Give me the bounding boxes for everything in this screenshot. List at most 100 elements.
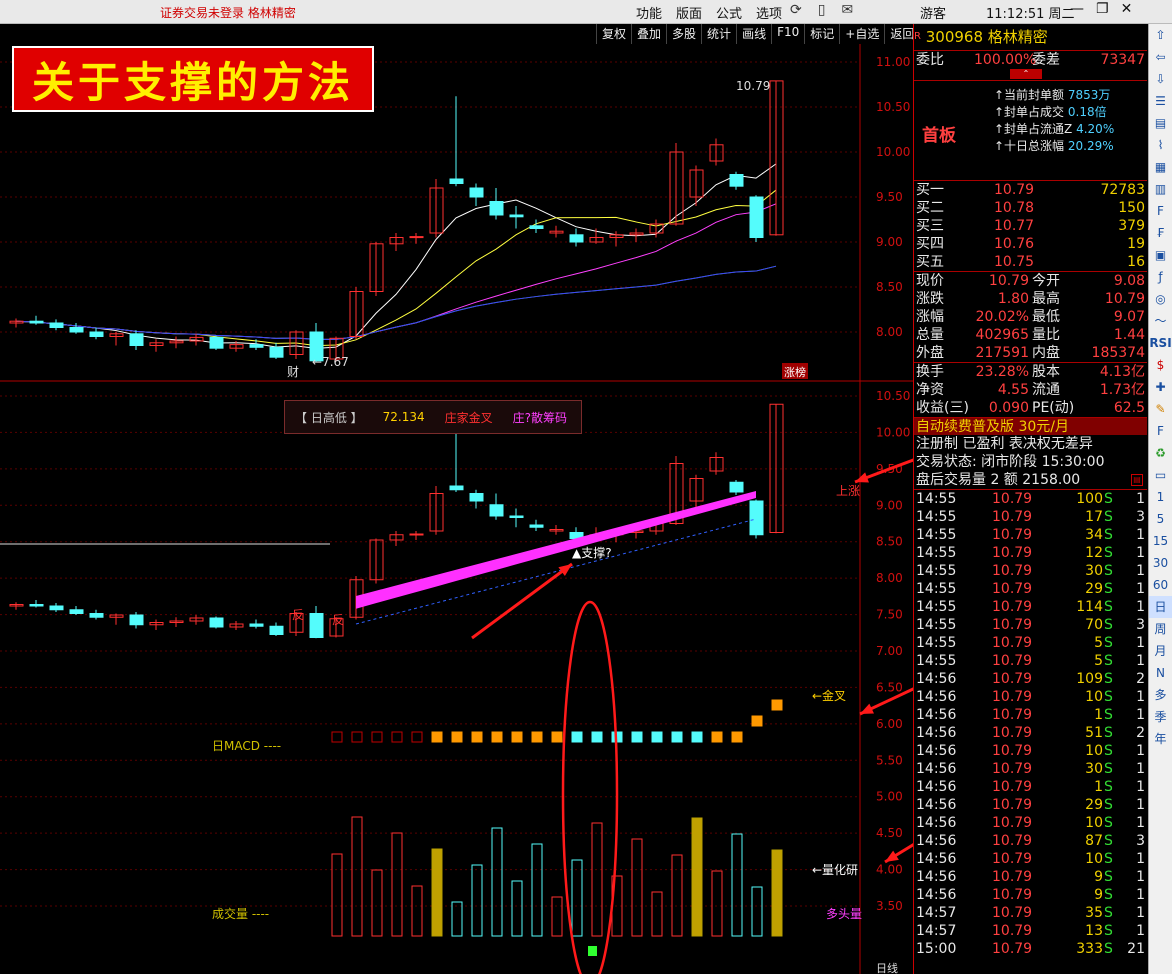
toolbar-biaoji[interactable]: 标记 (804, 24, 839, 44)
menu-function[interactable]: 功能 (636, 3, 662, 22)
period-周[interactable]: 周 (1149, 618, 1172, 640)
expand-icon[interactable]: ▤ (1131, 474, 1143, 486)
candle-secondary-body (49, 605, 64, 611)
bid-row[interactable]: 买一 10.79 72783 (914, 181, 1147, 199)
tick-count: 1 (1136, 545, 1145, 561)
restore-icon[interactable]: ❐ (1096, 1, 1109, 17)
stat-row: 净资 4.55 流通 1.73亿 (914, 381, 1147, 399)
stat-label: 换手 (916, 364, 944, 380)
period-60[interactable]: 60 (1149, 574, 1172, 596)
toolbar-tongji[interactable]: 统计 (701, 24, 736, 44)
period-1[interactable]: 1 (1149, 486, 1172, 508)
tick-count: 2 (1136, 671, 1145, 687)
toolbar-f10[interactable]: F10 (771, 24, 804, 44)
minimize-icon[interactable]: — (1070, 1, 1084, 17)
cross-icon[interactable]: ✚ (1149, 376, 1172, 398)
tick-count: 1 (1136, 707, 1145, 723)
down-arrow-icon[interactable]: ⇩ (1149, 68, 1172, 90)
f10-icon[interactable]: F (1149, 200, 1172, 222)
tick-list[interactable]: 14:55 10.79 100 S 1 14:55 10.79 17 S 3 14:55 10.79 3… (914, 489, 1147, 958)
period-季[interactable]: 季 (1149, 706, 1172, 728)
toolbar-huaxian[interactable]: 画线 (736, 24, 771, 44)
list-icon[interactable]: ☰ (1149, 90, 1172, 112)
tick-side: S (1104, 599, 1113, 615)
menu-formula[interactable]: 公式 (716, 3, 742, 22)
period-多[interactable]: 多 (1149, 684, 1172, 706)
period-月[interactable]: 月 (1149, 640, 1172, 662)
tick-volume: 29 (1085, 581, 1103, 597)
pencil-icon[interactable]: ✎ (1149, 398, 1172, 420)
collapse-icon[interactable]: ⌃ (1010, 69, 1042, 79)
refresh-icon[interactable]: ⟳ (790, 2, 802, 18)
tick-price: 10.79 (992, 545, 1033, 561)
toolbar-zixuan[interactable]: +自选 (839, 24, 884, 44)
toolbar-diejia[interactable]: 叠加 (631, 24, 666, 44)
bid-row[interactable]: 买五 10.75 16 (914, 253, 1147, 271)
finance-icon[interactable]: ₣ (1149, 222, 1172, 244)
stat-value: 1.44 (1113, 327, 1145, 343)
tick-time: 14:57 (916, 905, 957, 921)
promo-text[interactable]: 自动续费普及版 30元/月 (914, 419, 1069, 435)
promo-row[interactable]: 自动续费普及版 30元/月 (914, 417, 1147, 435)
period-N[interactable]: N (1149, 662, 1172, 684)
indicator-icon[interactable]: 〜 (1149, 310, 1172, 332)
toolbar-duogu[interactable]: 多股 (666, 24, 701, 44)
bid-row[interactable]: 买四 10.76 19 (914, 235, 1147, 253)
bid-row[interactable]: 买三 10.77 379 (914, 217, 1147, 235)
candle-secondary-body (129, 614, 144, 626)
mail-icon[interactable]: ✉ (841, 2, 853, 18)
back-icon[interactable]: ⇦ (1149, 46, 1172, 68)
period-年[interactable]: 年 (1149, 728, 1172, 750)
tick-row: 14:56 10.79 87 S 3 (914, 832, 1147, 850)
search-icon[interactable]: ◎ (1149, 288, 1172, 310)
after-text: 盘后交易量 2 额 2158.00 (916, 472, 1081, 488)
period-30[interactable]: 30 (1149, 552, 1172, 574)
guest-user[interactable]: 游客 (920, 3, 946, 22)
fs-icon[interactable]: F (1149, 420, 1172, 442)
duotou-label: 多头量 (826, 907, 862, 921)
candle-secondary-body (729, 481, 744, 493)
tick-count: 2 (1136, 725, 1145, 741)
toolbar-fuquan[interactable]: 复权 (596, 24, 631, 44)
chart-icon[interactable]: ⌇ (1149, 134, 1172, 156)
tick-time: 14:56 (916, 815, 957, 831)
macd-label: 日MACD ---- (212, 739, 281, 753)
money-icon[interactable]: $ (1149, 354, 1172, 376)
tick-price: 10.79 (992, 707, 1033, 723)
period-15[interactable]: 15 (1149, 530, 1172, 552)
period-日[interactable]: 日 (1149, 596, 1172, 618)
fan-label-2: 反 (332, 613, 344, 627)
stat-label: 流通 (1032, 382, 1060, 398)
doc-icon[interactable]: ▤ (1149, 112, 1172, 134)
bid-row[interactable]: 买二 10.78 150 (914, 199, 1147, 217)
fengdan-value: 7853万 (1067, 88, 1111, 102)
board-icon[interactable]: ▣ (1149, 244, 1172, 266)
candle-body (269, 346, 284, 358)
period-5[interactable]: 5 (1149, 508, 1172, 530)
recycle-icon[interactable]: ♻ (1149, 442, 1172, 464)
table-icon[interactable]: ▦ (1149, 156, 1172, 178)
login-notice[interactable]: 证券交易未登录 格林精密 (160, 4, 296, 21)
stat-label: 外盘 (916, 345, 944, 361)
f-icon[interactable]: ƒ (1149, 266, 1172, 288)
fengdan-value: 20.29% (1067, 139, 1114, 153)
menu-layout[interactable]: 版面 (676, 3, 702, 22)
grid-icon[interactable]: ▥ (1149, 178, 1172, 200)
tick-time: 14:55 (916, 545, 957, 561)
stats-list-2: 换手 23.28% 股本 4.13亿 净资 4.55 流通 1.73亿 收益(三) 0.090 PE… (914, 362, 1147, 417)
bid-price: 10.76 (994, 236, 1035, 252)
rsi-icon[interactable]: RSI (1149, 332, 1172, 354)
tick-volume: 30 (1085, 563, 1103, 579)
tick-price: 10.79 (992, 779, 1033, 795)
kline-chart[interactable]: 日MACD ---- 成交量 ---- 11.00 10.50 10.00 9.50 9… (0, 24, 913, 974)
window-icon[interactable]: ▭ (1149, 464, 1172, 486)
phone-icon[interactable]: ▯ (818, 2, 826, 18)
tick-volume: 10 (1085, 851, 1103, 867)
close-icon[interactable]: ✕ (1121, 1, 1133, 17)
up-arrow-icon[interactable]: ⇧ (1149, 24, 1172, 46)
stat-row: 现价 10.79 今开 9.08 (914, 272, 1147, 290)
low-price-label: ←7.67 (312, 355, 349, 369)
support-label: ▲支撑? (572, 545, 612, 560)
bid-price: 10.75 (994, 254, 1035, 270)
menu-options[interactable]: 选项 (756, 3, 782, 22)
